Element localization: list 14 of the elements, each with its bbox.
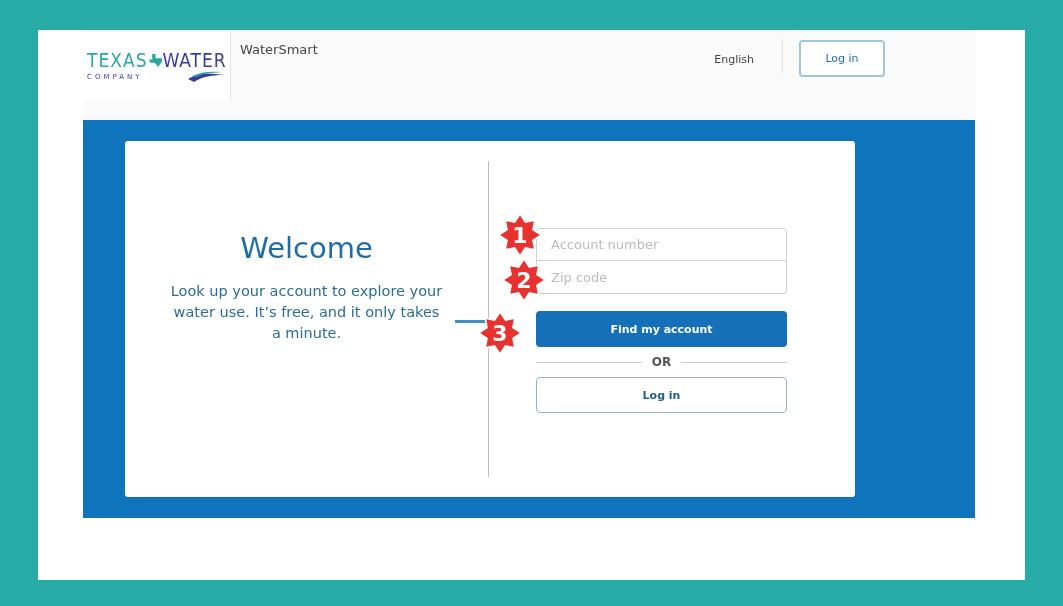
texas-icon <box>148 53 162 67</box>
login-button[interactable]: Log in <box>536 377 787 413</box>
input-field[interactable]: Account number <box>536 228 787 261</box>
step-badge: 1 <box>498 213 542 257</box>
app-name: WaterSmart <box>240 42 318 57</box>
welcome-title: Welcome <box>240 231 373 265</box>
login-button[interactable]: Log in <box>799 40 885 77</box>
welcome-text: Look up your account to explore your water use. It’s free, and it only takes a minute. <box>170 282 443 343</box>
language-selector[interactable]: English <box>714 53 754 66</box>
find-account-button[interactable]: Find my account <box>536 311 787 347</box>
or-divider-text: OR <box>651 355 672 369</box>
step-badge: 3 <box>478 311 522 355</box>
step-badge: 2 <box>502 258 546 302</box>
input-field[interactable]: Zip code <box>536 261 787 294</box>
